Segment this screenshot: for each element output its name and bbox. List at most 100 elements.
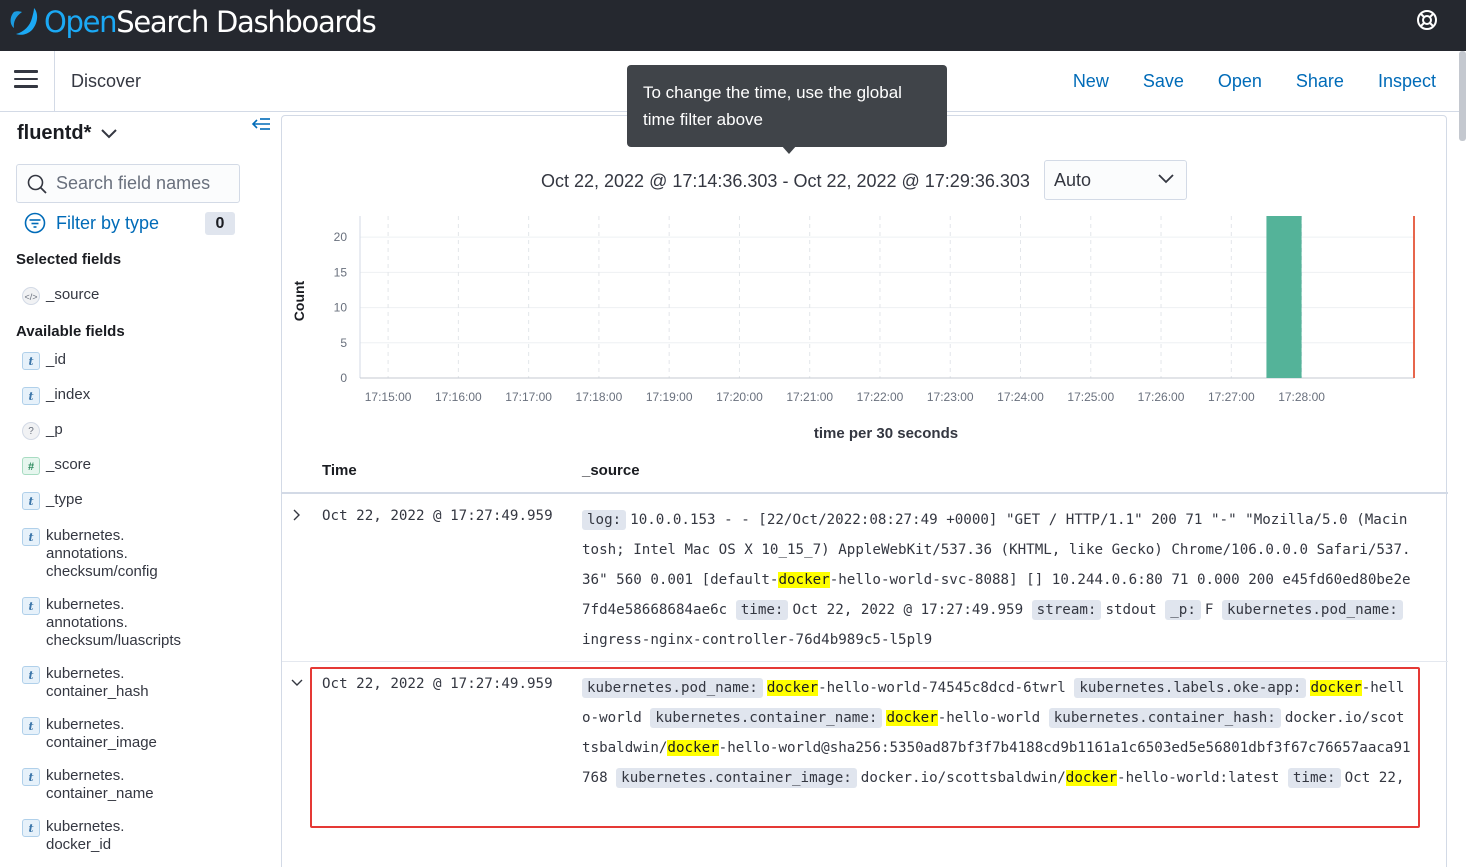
source-field-value: stdout (1105, 602, 1157, 618)
x-tick-label: 17:26:00 (1138, 390, 1185, 404)
new-link[interactable]: New (1073, 71, 1109, 92)
field-item-id[interactable]: t _id (22, 351, 66, 370)
field-item-docker-id[interactable]: t kubernetes. docker_id (22, 818, 124, 854)
field-item-annotations-config[interactable]: t kubernetes. annotations. checksum/conf… (22, 527, 158, 581)
search-highlight: docker (1065, 770, 1118, 786)
number-type-icon: # (22, 457, 40, 475)
field-name: kubernetes. container_name (46, 767, 154, 802)
help-lifebuoy-icon[interactable] (1416, 9, 1438, 31)
x-tick-label: 17:21:00 (786, 390, 833, 404)
string-type-icon: t (22, 492, 40, 510)
source-field-key: _p: (1165, 600, 1201, 620)
y-tick-label: 20 (334, 230, 348, 244)
source-field-value: -hello-world:latest (1117, 770, 1280, 786)
y-axis-ticks: 0 5 10 15 20 (334, 230, 348, 385)
field-name: _id (46, 351, 67, 368)
filter-by-type-button[interactable]: Filter by type 0 (24, 212, 236, 235)
table-row: Oct 22, 2022 @ 17:27:49.959 log: 10.0.0.1… (282, 494, 1448, 662)
x-axis-label: time per 30 seconds (814, 425, 958, 442)
string-type-icon: t (22, 387, 40, 405)
x-tick-label: 17:23:00 (927, 390, 974, 404)
selected-fields-title: Selected fields (16, 251, 122, 268)
time-column-header[interactable]: Time (322, 462, 357, 479)
inspect-link[interactable]: Inspect (1378, 71, 1436, 92)
y-tick-label: 5 (340, 336, 347, 350)
page-scrollbar[interactable] (1459, 51, 1466, 141)
field-item-source[interactable]: </> _source (22, 286, 99, 305)
share-link[interactable]: Share (1296, 71, 1344, 92)
index-pattern-name: fluentd* (17, 122, 92, 144)
app-title: Discover (71, 71, 142, 91)
y-tick-label: 0 (340, 371, 347, 385)
x-tick-label: 17:22:00 (857, 390, 904, 404)
chevron-down-icon[interactable] (290, 676, 304, 690)
field-item-score[interactable]: # _score (22, 456, 91, 475)
source-field-key: time: (1287, 768, 1341, 788)
chart-grid (359, 216, 1414, 379)
index-pattern-selector[interactable]: fluentd* (17, 122, 118, 145)
source-column-header[interactable]: _source (582, 462, 640, 479)
hamburger-icon[interactable] (14, 70, 38, 90)
top-nav-menu: New Save Open Share Inspect (1073, 71, 1436, 92)
field-item-container-name[interactable]: t kubernetes. container_name (22, 767, 154, 803)
source-field-value: F (1204, 602, 1214, 618)
source-field-value: -hello-world (937, 710, 1041, 726)
filter-by-type-label: Filter by type (56, 212, 160, 233)
row-source: log: 10.0.0.153 - - [22/Oct/2022:08:27:49… (582, 505, 1412, 655)
open-link[interactable]: Open (1218, 71, 1262, 92)
field-item-p[interactable]: ? _p (22, 421, 63, 440)
histogram-bar[interactable] (1266, 216, 1302, 378)
string-type-icon: t (22, 819, 40, 837)
chevron-right-icon[interactable] (290, 508, 304, 522)
source-field-value: docker.io/scottsbaldwin/ (860, 770, 1066, 786)
field-item-container-image[interactable]: t kubernetes. container_image (22, 716, 157, 752)
brand-name-text: Search Dashboards (116, 5, 377, 39)
chart-bars (1266, 216, 1415, 378)
save-link[interactable]: Save (1143, 71, 1184, 92)
source-field-value: Oct 22, (1344, 770, 1405, 786)
source-field-value: Oct 22, 2022 @ 17:27:49.959 (792, 602, 1024, 618)
field-item-annotations-luascripts[interactable]: t kubernetes. annotations. checksum/luas… (22, 596, 181, 650)
field-name: kubernetes. container_hash (46, 665, 149, 700)
chevron-down-icon (101, 128, 118, 138)
source-field-key: kubernetes.pod_name: (1221, 600, 1403, 620)
filter-count-badge: 0 (205, 212, 235, 235)
source-field-key: kubernetes.labels.oke-app: (1074, 678, 1307, 698)
table-row: Oct 22, 2022 @ 17:27:49.959 kubernetes.p… (282, 662, 1448, 822)
collapse-sidebar-icon[interactable] (251, 117, 271, 133)
field-name: kubernetes. annotations. checksum/config (46, 527, 158, 580)
field-name: kubernetes. annotations. checksum/luascr… (46, 596, 182, 649)
source-field-key: time: (735, 600, 789, 620)
string-type-icon: t (22, 666, 40, 684)
x-tick-label: 17:19:00 (646, 390, 693, 404)
discover-main-panel: Oct 22, 2022 @ 17:14:36.303 - Oct 22, 20… (281, 115, 1448, 867)
field-item-index[interactable]: t _index (22, 386, 90, 405)
x-tick-label: 17:24:00 (997, 390, 1044, 404)
search-highlight: docker (766, 680, 819, 696)
x-tick-label: 17:20:00 (716, 390, 763, 404)
source-field-value: ingress-nginx-controller-76d4b989c5-l5pl… (582, 632, 933, 648)
search-highlight: docker (886, 710, 938, 726)
opensearch-logo[interactable]: OpenSearch Dashboards (8, 2, 377, 42)
field-name: _p (46, 421, 63, 438)
x-tick-label: 17:16:00 (435, 390, 482, 404)
interval-select[interactable]: Auto (1044, 160, 1187, 200)
x-tick-label: 17:28:00 (1278, 390, 1325, 404)
search-icon (27, 174, 47, 194)
search-highlight: docker (667, 740, 719, 756)
search-highlight: docker (1310, 680, 1362, 696)
field-search-input[interactable] (56, 173, 236, 194)
source-field-key: kubernetes.container_image: (616, 768, 857, 788)
available-fields-title: Available fields (16, 323, 125, 340)
filter-icon (24, 212, 46, 234)
row-source: kubernetes.pod_name: docker-hello-world-7… (582, 673, 1412, 816)
x-tick-label: 17:17:00 (505, 390, 552, 404)
field-item-type[interactable]: t _type (22, 491, 83, 510)
histogram-chart[interactable]: 0 5 10 15 20 17:15:00 17:16:00 17:17:00 17:18:0… (282, 211, 1448, 446)
time-tooltip: To change the time, use the global time … (627, 65, 947, 147)
field-item-container-hash[interactable]: t kubernetes. container_hash (22, 665, 149, 701)
source-field-key: kubernetes.container_hash: (1048, 708, 1281, 728)
source-field-key: stream: (1031, 600, 1102, 620)
y-tick-label: 15 (334, 265, 348, 279)
source-field-key: log: (582, 510, 627, 530)
